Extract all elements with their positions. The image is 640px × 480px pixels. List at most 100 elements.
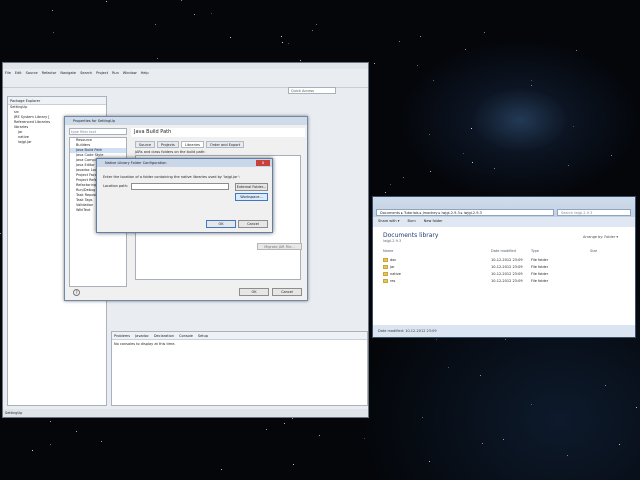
external-folder-button[interactable]: External Folder... bbox=[235, 183, 268, 191]
menu-window[interactable]: Window bbox=[123, 71, 137, 77]
file-name: doc bbox=[390, 258, 397, 262]
address-bar[interactable]: Documents ▸ Tutorials ▸ Jmonkey ▸ lwjgl-… bbox=[376, 209, 554, 216]
star bbox=[284, 423, 285, 424]
menu-refactor[interactable]: Refactor bbox=[42, 71, 57, 77]
star bbox=[531, 404, 532, 405]
console-message: No consoles to display at this time. bbox=[114, 342, 176, 346]
package-explorer-title[interactable]: Package Explorer bbox=[8, 97, 106, 105]
star bbox=[605, 385, 606, 386]
star bbox=[288, 43, 289, 44]
properties-title: Properties for SettingUp bbox=[65, 117, 307, 125]
file-name: res bbox=[390, 279, 396, 283]
workspace-button[interactable]: Workspace... bbox=[235, 193, 268, 201]
filter-input[interactable]: type filter text bbox=[69, 128, 127, 135]
star bbox=[155, 24, 156, 25]
star bbox=[385, 192, 386, 193]
location-path-input[interactable] bbox=[131, 183, 229, 190]
star bbox=[430, 171, 431, 172]
file-type: File folder bbox=[531, 279, 549, 283]
help-icon[interactable]: ? bbox=[73, 289, 80, 296]
column-type[interactable]: Type bbox=[531, 249, 539, 253]
search-input[interactable]: Search lwjgl-2.9.3 bbox=[557, 209, 631, 216]
menu-edit[interactable]: Edit bbox=[15, 71, 22, 77]
menu-source[interactable]: Source bbox=[26, 71, 38, 77]
menu-search[interactable]: Search bbox=[80, 71, 92, 77]
star bbox=[420, 36, 421, 37]
star bbox=[636, 407, 637, 408]
explorer-command-bar: Share with ▾ Burn New folder bbox=[373, 217, 635, 227]
share-with-button[interactable]: Share with ▾ bbox=[378, 219, 400, 225]
tab-console[interactable]: Console bbox=[179, 334, 193, 338]
star bbox=[417, 65, 418, 66]
menu-run[interactable]: Run bbox=[112, 71, 119, 77]
native-cancel-button[interactable]: Cancel bbox=[238, 220, 268, 228]
tab-source[interactable]: Source bbox=[135, 141, 156, 148]
file-row[interactable]: doc 10-12-2012 23:09 File folder bbox=[383, 258, 633, 264]
tab-declaration[interactable]: Declaration bbox=[154, 334, 174, 338]
star bbox=[611, 155, 612, 156]
star bbox=[567, 455, 568, 456]
column-size[interactable]: Size bbox=[590, 249, 597, 253]
column-name[interactable]: Name bbox=[383, 249, 393, 253]
folder-icon bbox=[383, 265, 388, 269]
star bbox=[300, 60, 301, 61]
star bbox=[433, 80, 434, 81]
star bbox=[374, 63, 375, 64]
file-name: native bbox=[390, 272, 401, 276]
burn-button[interactable]: Burn bbox=[408, 219, 416, 225]
properties-cancel-button[interactable]: Cancel bbox=[272, 288, 302, 296]
arrange-by-dropdown[interactable]: Arrange by: Folder ▾ bbox=[583, 235, 618, 239]
star bbox=[0, 233, 1, 234]
file-type: File folder bbox=[531, 265, 549, 269]
star bbox=[399, 41, 400, 42]
close-icon[interactable]: x bbox=[256, 160, 270, 166]
star bbox=[494, 168, 495, 169]
star bbox=[505, 339, 506, 340]
star bbox=[50, 444, 51, 445]
folder-icon bbox=[383, 258, 388, 262]
file-explorer-window: Documents ▸ Tutorials ▸ Jmonkey ▸ lwjgl-… bbox=[372, 196, 636, 338]
folder-icon bbox=[383, 272, 388, 276]
new-folder-button[interactable]: New folder bbox=[424, 219, 443, 225]
star bbox=[472, 162, 473, 163]
file-row[interactable]: res 10-12-2012 23:09 File folder bbox=[383, 279, 633, 285]
star bbox=[293, 464, 294, 465]
file-row[interactable]: jar 10-12-2012 23:09 File folder bbox=[383, 265, 633, 271]
tab-problems[interactable]: Problems bbox=[114, 334, 130, 338]
menu-project[interactable]: Project bbox=[96, 71, 108, 77]
tab-projects[interactable]: Projects bbox=[157, 141, 179, 148]
file-row[interactable]: native 10-12-2012 23:09 File folder bbox=[383, 272, 633, 278]
star bbox=[316, 24, 317, 25]
migrate-jar-button[interactable]: Migrate JAR File... bbox=[257, 243, 302, 250]
native-dialog-title: Native Library Folder Configuration bbox=[97, 159, 272, 167]
file-type: File folder bbox=[531, 272, 549, 276]
star bbox=[390, 184, 391, 185]
menu-file[interactable]: File bbox=[5, 71, 11, 77]
star bbox=[101, 441, 102, 442]
menu-help[interactable]: Help bbox=[141, 71, 149, 77]
properties-ok-button[interactable]: OK bbox=[239, 288, 269, 296]
file-type: File folder bbox=[531, 258, 549, 262]
folder-icon bbox=[383, 279, 388, 283]
library-subtitle: lwjgl-2.9.3 bbox=[383, 239, 402, 243]
column-date[interactable]: Date modified bbox=[491, 249, 516, 253]
column-headers: Name Date modified Type Size bbox=[383, 249, 633, 255]
tab-order-export[interactable]: Order and Export bbox=[205, 141, 245, 148]
native-library-dialog: Native Library Folder Configuration x En… bbox=[96, 158, 273, 233]
menu-navigate[interactable]: Navigate bbox=[60, 71, 76, 77]
native-ok-button[interactable]: OK bbox=[206, 220, 236, 228]
star bbox=[50, 421, 51, 422]
star bbox=[230, 37, 231, 38]
quick-access-input[interactable]: Quick Access bbox=[288, 87, 336, 94]
tab-javadoc[interactable]: Javadoc bbox=[135, 334, 149, 338]
star bbox=[429, 461, 430, 462]
eclipse-status-bar: SettingUp bbox=[3, 409, 368, 417]
eclipse-title-bar bbox=[3, 63, 368, 69]
tab-libraries[interactable]: Libraries bbox=[180, 141, 204, 148]
star bbox=[181, 0, 182, 1]
star bbox=[157, 58, 158, 59]
file-name: jar bbox=[390, 265, 395, 269]
star bbox=[480, 375, 481, 376]
tab-setup[interactable]: Setup bbox=[198, 334, 208, 338]
console-view: Problems Javadoc Declaration Console Set… bbox=[111, 331, 368, 406]
